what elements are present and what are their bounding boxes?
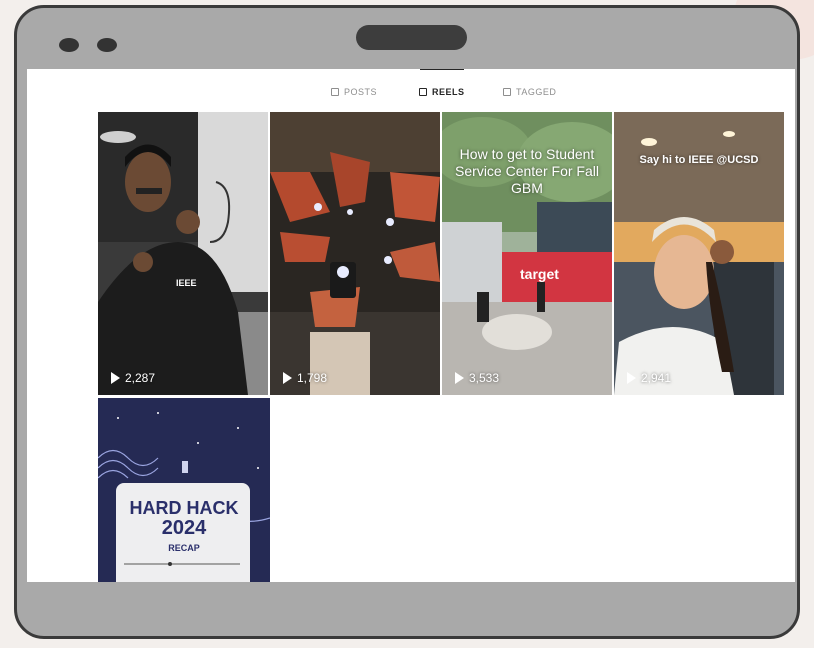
- play-icon: [455, 372, 464, 384]
- profile-tabs: POSTS REELS TAGGED: [27, 69, 795, 109]
- reel-caption: How to get to Student Service Center For…: [455, 146, 599, 196]
- reel-thumbnail: [270, 112, 440, 395]
- hardhack-subtitle: RECAP: [168, 543, 200, 553]
- hardhack-title: HARD HACK: [129, 498, 239, 518]
- view-count-value: 2,941: [641, 371, 672, 385]
- profile-screen: POSTS REELS TAGGED IEEE 2,287 1,798 How …: [27, 69, 795, 582]
- reels-icon: [419, 88, 427, 96]
- view-count: 2,287: [111, 371, 155, 385]
- tab-reels-label: REELS: [432, 87, 465, 97]
- view-count: 2,941: [627, 371, 671, 385]
- reel-tile[interactable]: How to get to Student Service Center For…: [442, 112, 612, 395]
- reel-tile[interactable]: Say hi to IEEE @UCSD 2,941: [614, 112, 784, 395]
- camera-dot: [59, 38, 79, 52]
- active-tab-indicator: [420, 69, 464, 70]
- tagged-icon: [503, 88, 511, 96]
- reel-thumbnail: [98, 398, 270, 582]
- play-icon: [627, 372, 636, 384]
- tab-reels[interactable]: REELS: [419, 85, 465, 99]
- tab-tagged[interactable]: TAGGED: [503, 85, 556, 99]
- reel-tile[interactable]: 1,798: [270, 112, 440, 395]
- play-icon: [283, 372, 292, 384]
- speaker-slot: [356, 25, 467, 50]
- shirt-logo: IEEE: [176, 278, 197, 288]
- view-count-value: 1,798: [297, 371, 328, 385]
- view-count-value: 2,287: [125, 371, 156, 385]
- device-frame: POSTS REELS TAGGED IEEE 2,287 1,798 How …: [14, 5, 800, 639]
- reel-caption: Say hi to IEEE @UCSD: [639, 154, 759, 166]
- tab-posts[interactable]: POSTS: [331, 85, 377, 99]
- store-sign: target: [520, 266, 559, 282]
- hardhack-year: 2024: [161, 517, 207, 539]
- tab-posts-label: POSTS: [344, 87, 378, 97]
- view-count: 1,798: [283, 371, 327, 385]
- tab-tagged-label: TAGGED: [516, 87, 557, 97]
- sensor-dot: [97, 38, 117, 52]
- grid-icon: [331, 88, 339, 96]
- play-icon: [111, 372, 120, 384]
- view-count-value: 3,533: [469, 371, 500, 385]
- reel-tile[interactable]: HARD HACK 2024 RECAP: [98, 398, 270, 582]
- reel-tile[interactable]: IEEE 2,287: [98, 112, 268, 395]
- reel-thumbnail: [98, 112, 268, 395]
- view-count: 3,533: [455, 371, 499, 385]
